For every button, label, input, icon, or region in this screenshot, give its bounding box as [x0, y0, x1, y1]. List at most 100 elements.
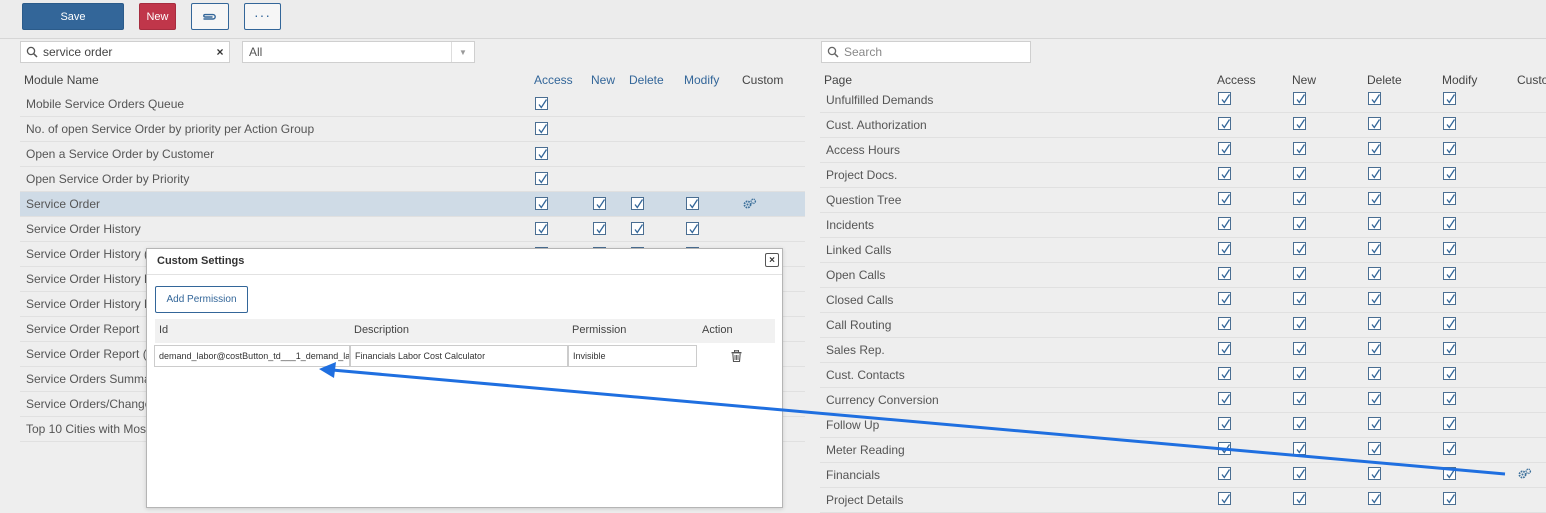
- delete-checkbox[interactable]: [1368, 117, 1381, 130]
- modify-checkbox[interactable]: [1443, 117, 1456, 130]
- close-icon[interactable]: ×: [765, 253, 779, 267]
- table-row[interactable]: Access Hours: [820, 138, 1546, 163]
- delete-checkbox[interactable]: [1368, 217, 1381, 230]
- modify-checkbox[interactable]: [1443, 142, 1456, 155]
- table-row[interactable]: Currency Conversion: [820, 388, 1546, 413]
- modify-checkbox[interactable]: [1443, 192, 1456, 205]
- access-checkbox[interactable]: [535, 172, 548, 185]
- access-checkbox[interactable]: [1218, 217, 1231, 230]
- add-permission-button[interactable]: Add Permission: [155, 286, 248, 313]
- delete-checkbox[interactable]: [1368, 417, 1381, 430]
- access-checkbox[interactable]: [1218, 317, 1231, 330]
- access-checkbox[interactable]: [535, 222, 548, 235]
- col-module-name[interactable]: Module Name: [24, 73, 99, 87]
- page-search-input[interactable]: [844, 45, 1030, 59]
- table-row[interactable]: Mobile Service Orders Queue: [20, 92, 805, 117]
- delete-checkbox[interactable]: [1368, 442, 1381, 455]
- table-row[interactable]: Call Routing: [820, 313, 1546, 338]
- gear-icon[interactable]: [1518, 468, 1532, 483]
- delete-checkbox[interactable]: [631, 197, 644, 210]
- trash-icon[interactable]: [731, 350, 742, 362]
- col-new[interactable]: New: [591, 73, 615, 87]
- new-checkbox[interactable]: [1293, 267, 1306, 280]
- modify-checkbox[interactable]: [1443, 317, 1456, 330]
- col-page-new[interactable]: New: [1292, 73, 1316, 87]
- new-checkbox[interactable]: [1293, 92, 1306, 105]
- modify-checkbox[interactable]: [1443, 92, 1456, 105]
- table-row[interactable]: Project Details: [820, 488, 1546, 513]
- delete-checkbox[interactable]: [1368, 367, 1381, 380]
- more-options-button[interactable]: ···: [244, 3, 281, 30]
- new-checkbox[interactable]: [1293, 467, 1306, 480]
- new-checkbox[interactable]: [1293, 392, 1306, 405]
- table-row[interactable]: Financials: [820, 463, 1546, 488]
- modify-checkbox[interactable]: [1443, 217, 1456, 230]
- delete-checkbox[interactable]: [1368, 167, 1381, 180]
- modify-checkbox[interactable]: [1443, 417, 1456, 430]
- access-checkbox[interactable]: [535, 147, 548, 160]
- col-page-modify[interactable]: Modify: [1442, 73, 1477, 87]
- col-page-delete[interactable]: Delete: [1367, 73, 1402, 87]
- table-row[interactable]: Open Calls: [820, 263, 1546, 288]
- col-page[interactable]: Page: [824, 73, 852, 87]
- modify-checkbox[interactable]: [1443, 442, 1456, 455]
- delete-checkbox[interactable]: [1368, 242, 1381, 255]
- table-row[interactable]: Incidents: [820, 213, 1546, 238]
- col-delete[interactable]: Delete: [629, 73, 664, 87]
- table-row[interactable]: Follow Up: [820, 413, 1546, 438]
- access-checkbox[interactable]: [1218, 467, 1231, 480]
- table-row[interactable]: Service Order History: [20, 217, 805, 242]
- module-filter-select[interactable]: All ▼: [242, 41, 475, 63]
- table-row[interactable]: Cust. Contacts: [820, 363, 1546, 388]
- access-checkbox[interactable]: [1218, 367, 1231, 380]
- attachment-button[interactable]: [191, 3, 229, 30]
- col-page-access[interactable]: Access: [1217, 73, 1256, 87]
- table-row[interactable]: Closed Calls: [820, 288, 1546, 313]
- access-checkbox[interactable]: [1218, 117, 1231, 130]
- permission-value-select[interactable]: Invisible: [568, 345, 697, 367]
- modify-checkbox[interactable]: [1443, 242, 1456, 255]
- delete-checkbox[interactable]: [1368, 142, 1381, 155]
- access-checkbox[interactable]: [1218, 417, 1231, 430]
- new-checkbox[interactable]: [1293, 142, 1306, 155]
- permission-id-input[interactable]: demand_labor@costButton_td___1_demand_la…: [154, 345, 350, 367]
- access-checkbox[interactable]: [1218, 167, 1231, 180]
- delete-checkbox[interactable]: [1368, 342, 1381, 355]
- modify-checkbox[interactable]: [1443, 392, 1456, 405]
- delete-checkbox[interactable]: [1368, 392, 1381, 405]
- table-row[interactable]: No. of open Service Order by priority pe…: [20, 117, 805, 142]
- table-row[interactable]: Meter Reading: [820, 438, 1546, 463]
- access-checkbox[interactable]: [1218, 92, 1231, 105]
- new-checkbox[interactable]: [1293, 342, 1306, 355]
- access-checkbox[interactable]: [1218, 392, 1231, 405]
- access-checkbox[interactable]: [1218, 192, 1231, 205]
- access-checkbox[interactable]: [535, 122, 548, 135]
- new-checkbox[interactable]: [593, 197, 606, 210]
- new-checkbox[interactable]: [593, 222, 606, 235]
- delete-checkbox[interactable]: [1368, 317, 1381, 330]
- delete-checkbox[interactable]: [1368, 492, 1381, 505]
- col-access[interactable]: Access: [534, 73, 573, 87]
- modify-checkbox[interactable]: [1443, 167, 1456, 180]
- new-checkbox[interactable]: [1293, 242, 1306, 255]
- clear-search-icon[interactable]: ×: [211, 45, 229, 59]
- modify-checkbox[interactable]: [686, 222, 699, 235]
- new-checkbox[interactable]: [1293, 217, 1306, 230]
- permission-description-input[interactable]: Financials Labor Cost Calculator: [350, 345, 568, 367]
- access-checkbox[interactable]: [1218, 442, 1231, 455]
- col-modify[interactable]: Modify: [684, 73, 719, 87]
- delete-checkbox[interactable]: [1368, 192, 1381, 205]
- delete-checkbox[interactable]: [1368, 467, 1381, 480]
- new-checkbox[interactable]: [1293, 167, 1306, 180]
- modify-checkbox[interactable]: [1443, 492, 1456, 505]
- new-checkbox[interactable]: [1293, 417, 1306, 430]
- table-row[interactable]: Sales Rep.: [820, 338, 1546, 363]
- module-search-input[interactable]: [43, 45, 211, 59]
- new-checkbox[interactable]: [1293, 117, 1306, 130]
- table-row[interactable]: Project Docs.: [820, 163, 1546, 188]
- new-checkbox[interactable]: [1293, 442, 1306, 455]
- gear-icon[interactable]: [743, 198, 757, 213]
- table-row[interactable]: Open a Service Order by Customer: [20, 142, 805, 167]
- access-checkbox[interactable]: [1218, 342, 1231, 355]
- new-checkbox[interactable]: [1293, 317, 1306, 330]
